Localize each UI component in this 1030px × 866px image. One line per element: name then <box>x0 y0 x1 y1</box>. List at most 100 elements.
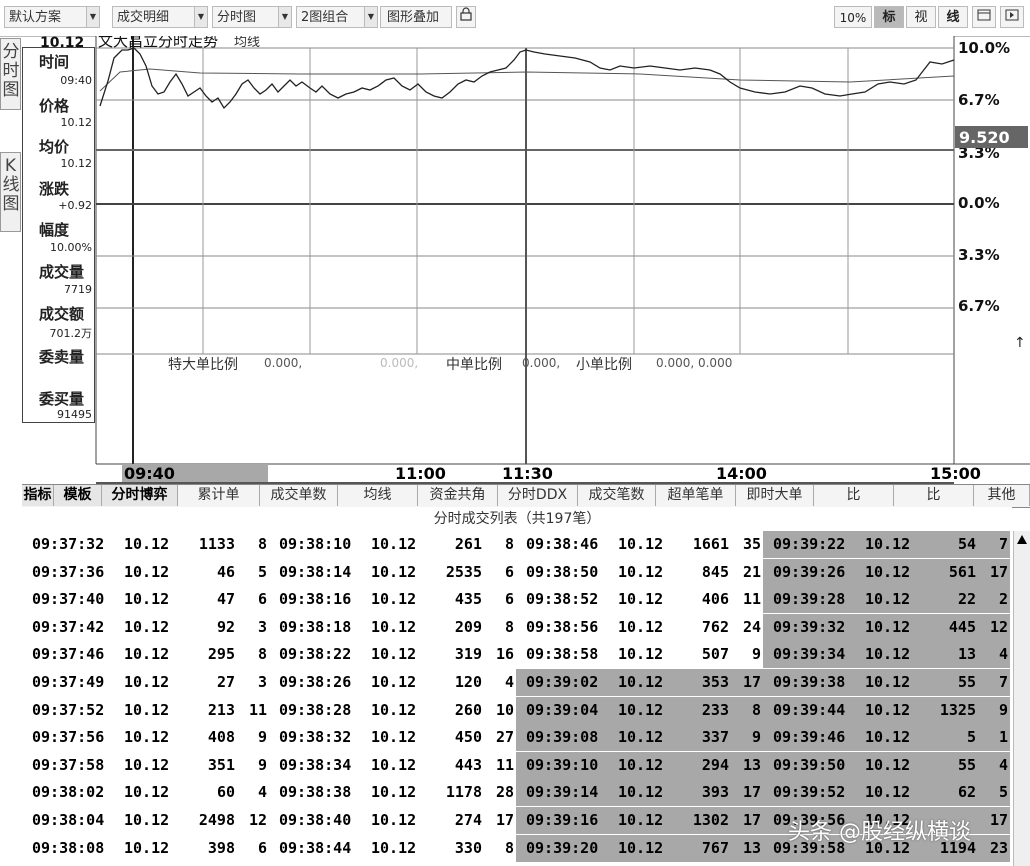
table-row[interactable]: 09:39:52 10.12 62 5 <box>763 779 1010 807</box>
tab-instant-big[interactable]: 即时大单 <box>736 485 814 506</box>
table-row[interactable]: 09:38:16 10.12 435 6 <box>269 586 516 613</box>
average-line-label: 均线 <box>234 36 260 50</box>
table-row[interactable]: 09:39:14 10.12 393 17 <box>516 779 763 807</box>
y-label: 10.0% <box>958 39 1010 57</box>
table-row[interactable]: 09:38:44 10.12 330 8 <box>269 835 516 862</box>
tab-ratio-1[interactable]: 比 <box>814 485 894 506</box>
table-row[interactable]: 09:38:34 10.12 443 11 <box>269 752 516 779</box>
y-label: 6.7% <box>958 91 1000 109</box>
table-row[interactable]: 09:39:46 10.12 5 1 <box>763 724 1010 752</box>
scrollbar[interactable] <box>1013 531 1030 866</box>
table-row[interactable]: 09:39:50 10.12 55 4 <box>763 751 1010 779</box>
overlay-button-label: 图形叠加 <box>387 10 440 25</box>
trade-detail-dropdown[interactable]: 成交明细 ▼ <box>112 6 208 28</box>
table-row[interactable]: 09:39:10 10.12 294 13 <box>516 751 763 779</box>
table-row[interactable]: 09:39:22 10.12 54 7 <box>763 531 1010 558</box>
trade-volume: 92 <box>216 617 235 636</box>
info-value-price: 10.12 <box>60 116 93 129</box>
trade-price: 10.12 <box>371 535 417 553</box>
tab-label: 资金共角 <box>429 487 486 503</box>
table-row[interactable]: 09:38:32 10.12 450 27 <box>269 724 516 751</box>
table-row[interactable]: 09:39:02 10.12 353 17 <box>516 669 763 696</box>
table-row[interactable]: 09:38:22 10.12 319 16 <box>269 641 516 668</box>
trade-count: 17 <box>989 811 1008 829</box>
trade-volume: 393 <box>701 783 729 802</box>
trade-count: 12 <box>989 617 1008 636</box>
table-row[interactable]: 09:37:52 10.12 213 11 <box>22 697 269 724</box>
tab-trade-strokes[interactable]: 成交笔数 <box>578 485 656 506</box>
table-row[interactable]: 09:38:56 10.12 762 24 <box>516 614 763 641</box>
info-label-bid-volume: 委买量 <box>39 390 85 408</box>
trade-count: 8 <box>257 535 267 553</box>
overlay-button[interactable]: 图形叠加 <box>380 6 452 28</box>
trade-price: 10.12 <box>865 617 911 636</box>
trade-list-title: 分时成交列表（共197笔） <box>22 507 1012 531</box>
view-button[interactable]: 视 <box>906 6 936 28</box>
tab-cumulative[interactable]: 累计单 <box>178 485 260 506</box>
table-row[interactable]: 09:38:50 10.12 845 21 <box>516 559 763 586</box>
table-row[interactable]: 09:38:58 10.12 507 9 <box>516 641 763 668</box>
zoom-level[interactable]: 10% <box>834 6 872 28</box>
table-row[interactable]: 09:39:26 10.12 561 17 <box>763 558 1010 586</box>
tab-timeshare-game[interactable]: 分时博弈 <box>102 485 178 506</box>
table-row[interactable]: 09:39:08 10.12 337 9 <box>516 724 763 752</box>
table-row[interactable]: 09:39:38 10.12 55 7 <box>763 669 1010 696</box>
trade-time: 09:37:42 <box>32 617 105 636</box>
table-row[interactable]: 09:39:20 10.12 767 13 <box>516 834 763 862</box>
table-row[interactable]: 09:39:04 10.12 233 8 <box>516 696 763 724</box>
table-row[interactable]: 09:37:56 10.12 408 9 <box>22 724 269 751</box>
table-row[interactable]: 09:39:32 10.12 445 12 <box>763 613 1010 641</box>
trade-price: 10.12 <box>371 728 417 747</box>
tab-trade-count[interactable]: 成交单数 <box>260 485 338 506</box>
tab-ratio-2[interactable]: 比 <box>894 485 974 506</box>
table-row[interactable]: 09:37:58 10.12 351 9 <box>22 752 269 779</box>
table-row[interactable]: 09:37:42 10.12 92 3 <box>22 614 269 641</box>
lock-button[interactable] <box>456 6 476 28</box>
table-row[interactable]: 09:37:32 10.12 1133 8 <box>22 531 269 558</box>
tab-template[interactable]: 模板 <box>54 485 102 506</box>
table-row[interactable]: 09:38:38 10.12 1178 28 <box>269 779 516 806</box>
tab-average[interactable]: 均线 <box>338 485 418 506</box>
timeshare-chart[interactable]: 文大昌立分时走势 均线 10.0% 6.7% 3.3% 0.0% 3.3% 6.… <box>0 36 1030 486</box>
timeshare-dropdown[interactable]: 分时图 ▼ <box>212 6 292 28</box>
table-row[interactable]: 09:39:34 10.12 13 4 <box>763 641 1010 669</box>
table-row[interactable]: 09:37:36 10.12 46 5 <box>22 559 269 586</box>
tab-other[interactable]: 其他 <box>974 485 1030 506</box>
table-row[interactable]: 09:37:40 10.12 47 6 <box>22 586 269 613</box>
table-row[interactable]: 09:38:04 10.12 2498 12 <box>22 807 269 834</box>
line-button[interactable]: 线 <box>938 6 968 28</box>
up-arrow-icon[interactable]: ↑ <box>1014 335 1026 351</box>
tab-ddx[interactable]: 分时DDX <box>498 485 578 506</box>
scheme-dropdown[interactable]: 默认方案 ▼ <box>4 6 100 28</box>
table-row[interactable]: 09:38:26 10.12 120 4 <box>269 669 516 696</box>
trade-time: 09:38:18 <box>279 617 352 636</box>
trade-count: 9 <box>751 645 761 664</box>
trade-time: 09:37:32 <box>32 535 105 553</box>
table-row[interactable]: 09:38:02 10.12 60 4 <box>22 779 269 806</box>
standard-button[interactable]: 标 <box>874 6 904 28</box>
table-row[interactable]: 09:37:49 10.12 27 3 <box>22 669 269 696</box>
next-button[interactable] <box>1000 6 1024 28</box>
table-row[interactable]: 09:38:18 10.12 209 8 <box>269 614 516 641</box>
tab-fund[interactable]: 资金共角 <box>418 485 498 506</box>
window-button[interactable] <box>972 6 996 28</box>
table-row[interactable]: 09:38:40 10.12 274 17 <box>269 807 516 834</box>
tab-indicator[interactable]: 指标 <box>22 485 54 506</box>
table-row[interactable]: 09:38:46 10.12 1661 35 <box>516 531 763 558</box>
trade-price: 10.12 <box>124 811 170 829</box>
table-row[interactable]: 09:39:16 10.12 1302 17 <box>516 807 763 834</box>
table-row[interactable]: 09:38:52 10.12 406 11 <box>516 586 763 613</box>
scroll-up-icon[interactable] <box>1017 535 1027 544</box>
table-row[interactable]: 09:38:10 10.12 261 8 <box>269 531 516 558</box>
table-row[interactable]: 09:38:28 10.12 260 10 <box>269 697 516 724</box>
table-row[interactable]: 09:38:08 10.12 398 6 <box>22 835 269 862</box>
table-row[interactable]: 09:39:28 10.12 22 2 <box>763 586 1010 614</box>
trade-count: 8 <box>504 617 514 636</box>
combo-dropdown[interactable]: 2图组合 ▼ <box>296 6 378 28</box>
table-row[interactable]: 09:38:14 10.12 2535 6 <box>269 559 516 586</box>
trade-price: 10.12 <box>371 755 417 774</box>
trade-time: 09:37:52 <box>32 700 105 719</box>
table-row[interactable]: 09:37:46 10.12 295 8 <box>22 641 269 668</box>
tab-super-order[interactable]: 超单笔单 <box>656 485 736 506</box>
table-row[interactable]: 09:39:44 10.12 1325 9 <box>763 696 1010 724</box>
